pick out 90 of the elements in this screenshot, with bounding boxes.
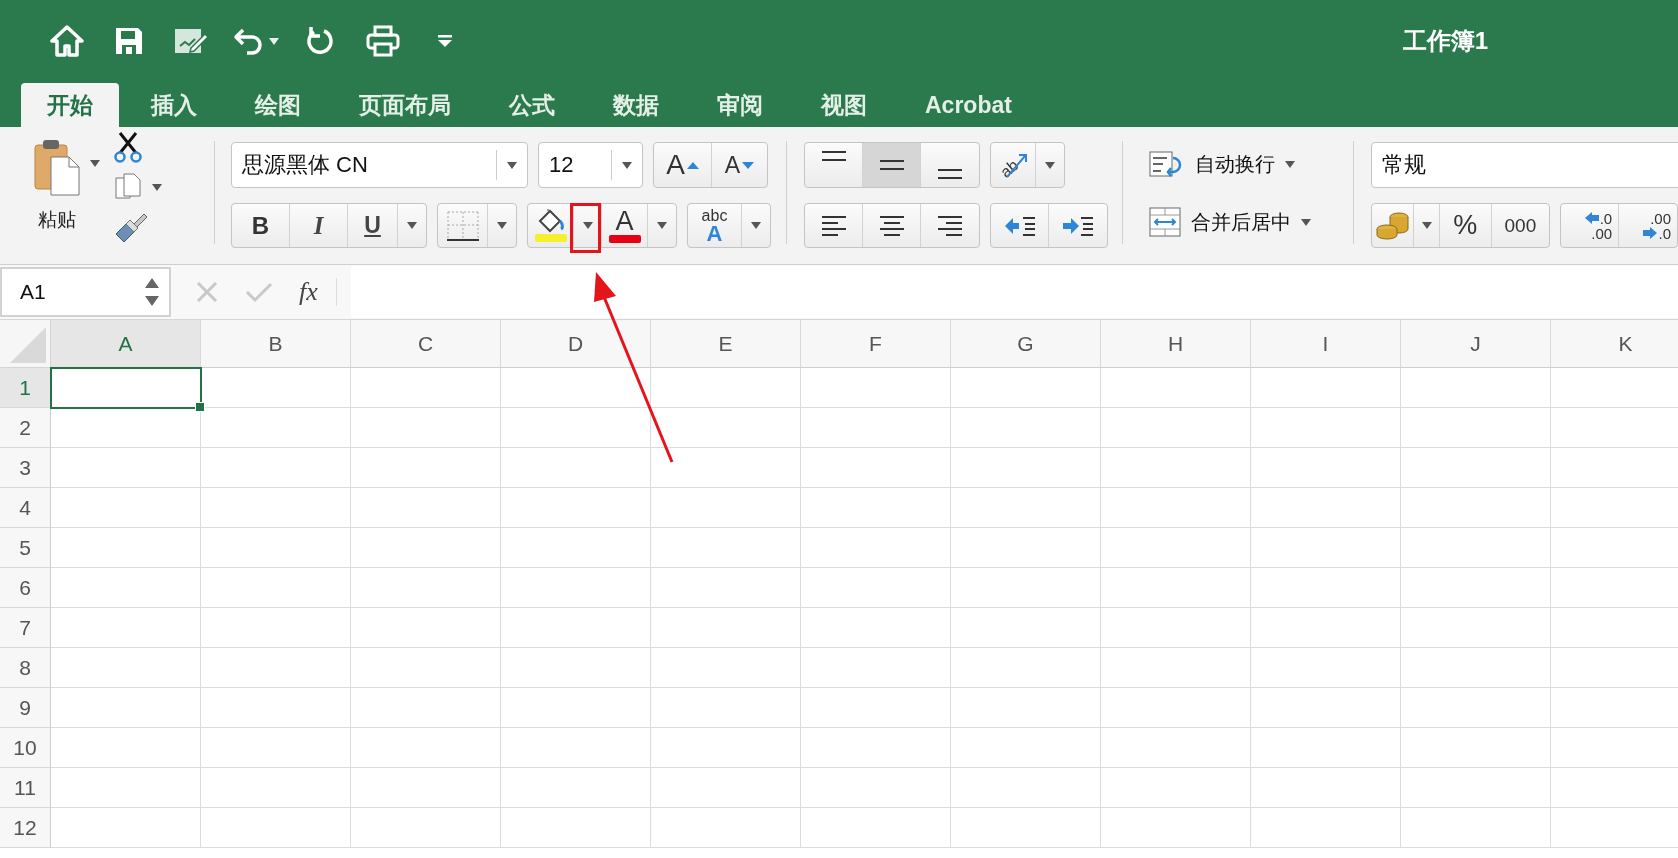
caret-icon (1301, 218, 1311, 226)
bold-button[interactable]: B (232, 204, 290, 247)
caret-icon (582, 222, 593, 229)
row-header[interactable]: 11 (0, 768, 51, 808)
spinner-icon (145, 276, 159, 308)
coins-icon (1374, 210, 1411, 241)
caret-icon (751, 222, 761, 229)
ribbon-tab[interactable]: 审阅 (691, 83, 789, 127)
column-header[interactable]: H (1101, 320, 1251, 368)
highlight-box (570, 203, 601, 253)
increase-font-size-button[interactable]: A (654, 143, 712, 187)
align-lines-icon (877, 214, 906, 237)
ribbon-tab[interactable]: 公式 (483, 83, 581, 127)
row-header[interactable]: 3 (0, 448, 51, 488)
caret-icon (90, 160, 100, 167)
caret-icon (497, 222, 507, 229)
row-header[interactable]: 4 (0, 488, 51, 528)
caret-icon (152, 183, 162, 191)
selected-cell[interactable] (50, 367, 202, 409)
align-lines-icon (879, 160, 904, 170)
align-lines-icon (938, 169, 962, 179)
triangle-down-icon (742, 161, 755, 169)
cell-styles-button[interactable]: abc A (688, 204, 742, 247)
font-color-button[interactable]: A (602, 204, 648, 247)
row-header[interactable]: 2 (0, 408, 51, 448)
row-header[interactable]: 8 (0, 648, 51, 688)
indent-right-icon (1061, 214, 1095, 237)
ribbon-tab[interactable]: 数据 (587, 83, 685, 127)
increase-decimal-button[interactable]: .0 .00 (1561, 204, 1620, 247)
row-header[interactable]: 10 (0, 728, 51, 768)
comma-style-button[interactable]: 000 (1491, 204, 1550, 247)
undo-icon (233, 27, 265, 55)
row-header[interactable]: 6 (0, 568, 51, 608)
merge-center-button[interactable]: 合并后居中 (1149, 199, 1353, 245)
ribbon-tab[interactable]: 开始 (21, 83, 119, 127)
ribbon-tab[interactable]: 绘图 (229, 83, 327, 127)
ribbon-tab[interactable]: 页面布局 (333, 83, 477, 127)
borders-icon (445, 209, 480, 242)
row-header[interactable]: 1 (0, 368, 51, 408)
number-format-dropdown[interactable]: 常规 (1371, 142, 1678, 188)
ribbon-tab[interactable]: Acrobat (899, 83, 1038, 127)
caret-icon (507, 161, 517, 169)
merge-cells-icon (1149, 207, 1181, 237)
align-lines-icon (821, 151, 846, 161)
align-lines-icon (819, 214, 848, 237)
column-header[interactable]: G (951, 320, 1101, 368)
underline-button[interactable]: U (348, 204, 398, 247)
caret-icon (407, 222, 417, 229)
italic-button[interactable]: I (290, 204, 348, 247)
ribbon-tab[interactable]: 视图 (795, 83, 893, 127)
check-icon (245, 281, 273, 303)
column-header[interactable]: A (51, 320, 201, 368)
wrap-text-button[interactable]: 自动换行 (1149, 141, 1353, 187)
column-header[interactable]: J (1401, 320, 1551, 368)
insert-function-button[interactable]: fx (299, 277, 318, 307)
formula-input[interactable] (350, 266, 1678, 318)
row-header[interactable]: 9 (0, 688, 51, 728)
column-header[interactable]: B (201, 320, 351, 368)
align-lines-icon (936, 214, 964, 237)
paste-button[interactable]: 粘贴 (26, 127, 88, 264)
column-header[interactable]: E (651, 320, 801, 368)
column-header[interactable]: K (1551, 320, 1678, 368)
row-header[interactable]: 12 (0, 808, 51, 848)
caret-icon (1285, 160, 1295, 168)
vertical-align-button[interactable] (863, 143, 921, 187)
column-header[interactable]: C (351, 320, 501, 368)
caret-icon (622, 161, 632, 169)
caret-icon (1421, 222, 1432, 229)
row-header[interactable]: 5 (0, 528, 51, 568)
percent-style-button[interactable]: % (1440, 204, 1492, 247)
caret-icon (269, 37, 279, 45)
caret-icon (1045, 161, 1055, 169)
cancel-icon (195, 280, 219, 304)
decrease-font-size-button[interactable]: A (712, 143, 767, 187)
arrow-left-icon (1584, 212, 1599, 224)
copy-icon (114, 172, 142, 202)
column-header[interactable]: I (1251, 320, 1401, 368)
column-header[interactable]: F (801, 320, 951, 368)
font-size-dropdown[interactable]: 12 (538, 142, 643, 188)
font-name-dropdown[interactable]: 思源黑体 CN (231, 142, 528, 188)
window-title: 工作簿1 (1402, 26, 1488, 56)
row-header[interactable]: 7 (0, 608, 51, 648)
clipboard-icon (33, 137, 81, 197)
arrow-right-icon (1643, 227, 1658, 239)
ribbon-tab[interactable]: 插入 (125, 83, 223, 127)
triangle-up-icon (686, 161, 699, 169)
name-box[interactable]: A1 (0, 267, 171, 317)
caret-icon (657, 222, 667, 229)
decrease-decimal-button[interactable]: .00 .0 (1619, 204, 1677, 247)
column-header[interactable]: D (501, 320, 651, 368)
